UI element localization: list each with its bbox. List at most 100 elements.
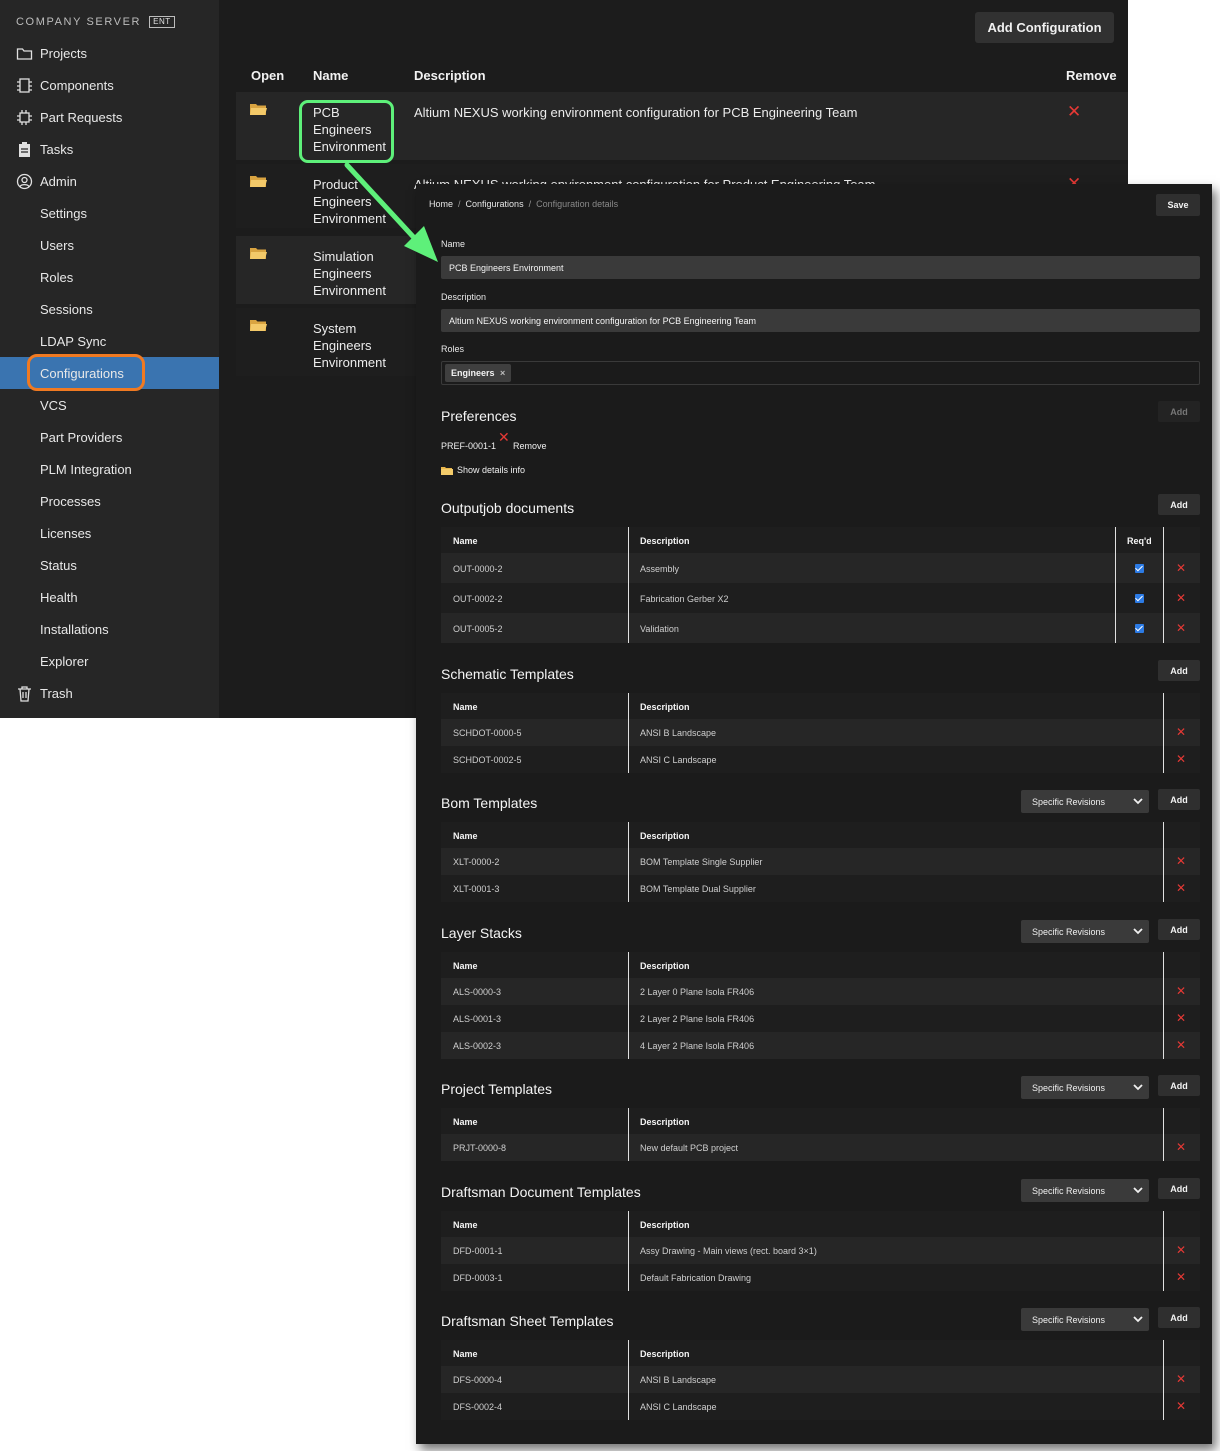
select-value: Specific Revisions [1032, 1315, 1106, 1325]
sidebar-item-health[interactable]: Health [0, 581, 219, 613]
sidebar-item-admin[interactable]: Admin [0, 165, 219, 197]
sidebar-item-ldap-sync[interactable]: LDAP Sync [0, 325, 219, 357]
remove-icon[interactable]: ✕ [1176, 1011, 1186, 1025]
sidebar-item-trash[interactable]: Trash [0, 677, 219, 709]
breadcrumb-separator: / [528, 199, 532, 209]
project-add-button[interactable]: Add [1158, 1075, 1200, 1096]
bom-title: Bom Templates [441, 795, 538, 811]
preference-remove-label[interactable]: Remove [513, 441, 547, 451]
preference-remove-icon[interactable]: ✕ [498, 429, 510, 446]
select-value: Specific Revisions [1032, 1186, 1106, 1196]
highlight-ring-pcb-environment [299, 100, 394, 163]
col-description-header: Description [640, 961, 690, 971]
remove-icon[interactable]: ✕ [1176, 621, 1186, 635]
description-field[interactable]: Altium NEXUS working environment configu… [441, 309, 1200, 332]
select-value: Specific Revisions [1032, 927, 1106, 937]
bom-revision-select[interactable]: Specific Revisions [1021, 790, 1149, 813]
sidebar-item-settings[interactable]: Settings [0, 197, 219, 229]
remove-icon[interactable]: ✕ [1176, 561, 1186, 575]
sidebar-item-label: Part Requests [40, 110, 123, 125]
table-row: ALS-0001-3 2 Layer 2 Plane Isola FR406 ✕ [441, 1005, 1200, 1032]
sidebar-item-components[interactable]: Components [0, 69, 219, 101]
sidebar-item-roles[interactable]: Roles [0, 261, 219, 293]
sidebar-item-installations[interactable]: Installations [0, 613, 219, 645]
required-checkbox[interactable] [1135, 564, 1144, 573]
remove-icon[interactable]: ✕ [1176, 1243, 1186, 1257]
draftsheet-table: Name Description DFS-0000-4 ANSI B Landscap… [441, 1340, 1200, 1420]
configuration-name[interactable]: System Engineers Environment [313, 320, 403, 371]
select-value: Specific Revisions [1032, 1083, 1106, 1093]
col-description-header: Description [640, 831, 690, 841]
column-divider [628, 693, 629, 773]
configuration-name[interactable]: Simulation Engineers Environment [313, 248, 403, 299]
description-label: Description [441, 292, 487, 302]
folder-icon [441, 466, 453, 475]
open-folder-icon[interactable] [250, 319, 267, 332]
sidebar-item-users[interactable]: Users [0, 229, 219, 261]
remove-icon[interactable]: ✕ [1176, 1140, 1186, 1154]
sidebar-item-plm-integration[interactable]: PLM Integration [0, 453, 219, 485]
required-checkbox[interactable] [1135, 624, 1144, 633]
bom-add-button[interactable]: Add [1158, 789, 1200, 810]
table-row: OUT-0002-2 Fabrication Gerber X2 ✕ [441, 583, 1200, 613]
table-row: OUT-0005-2 Validation ✕ [441, 613, 1200, 643]
sidebar-item-licenses[interactable]: Licenses [0, 517, 219, 549]
layer-revision-select[interactable]: Specific Revisions [1021, 920, 1149, 943]
col-reqd-header: Req'd [1127, 536, 1152, 546]
schematic-add-button[interactable]: Add [1158, 660, 1200, 681]
remove-icon[interactable]: ✕ [1176, 1399, 1186, 1413]
clipboard-icon [16, 141, 33, 158]
configuration-name[interactable]: Product Engineers Environment [313, 176, 403, 227]
add-configuration-button[interactable]: Add Configuration [975, 12, 1114, 43]
sidebar-item-vcs[interactable]: VCS [0, 389, 219, 421]
breadcrumb-configurations[interactable]: Configurations [466, 199, 524, 209]
remove-icon[interactable]: ✕ [1176, 725, 1186, 739]
remove-icon[interactable]: ✕ [1176, 591, 1186, 605]
remove-icon[interactable]: ✕ [1176, 881, 1186, 895]
role-chip-remove-icon[interactable]: × [500, 368, 505, 378]
role-chip: Engineers × [445, 364, 512, 382]
remove-icon[interactable]: ✕ [1176, 854, 1186, 868]
breadcrumb-home[interactable]: Home [429, 199, 453, 209]
open-folder-icon[interactable] [250, 247, 267, 260]
draftsheet-revision-select[interactable]: Specific Revisions [1021, 1308, 1149, 1331]
sidebar-item-tasks[interactable]: Tasks [0, 133, 219, 165]
required-checkbox[interactable] [1135, 594, 1144, 603]
draftsheet-add-button[interactable]: Add [1158, 1307, 1200, 1328]
remove-icon[interactable]: ✕ [1176, 752, 1186, 766]
sidebar-item-processes[interactable]: Processes [0, 485, 219, 517]
project-revision-select[interactable]: Specific Revisions [1021, 1076, 1149, 1099]
sidebar-item-status[interactable]: Status [0, 549, 219, 581]
column-divider [1115, 527, 1116, 643]
sidebar-item-part-requests[interactable]: Part Requests [0, 101, 219, 133]
draftdoc-add-button[interactable]: Add [1158, 1178, 1200, 1199]
project-table: Name Description PRJT-0000-8 New default PC… [441, 1108, 1200, 1161]
remove-icon[interactable]: ✕ [1176, 1372, 1186, 1386]
layer-add-button[interactable]: Add [1158, 919, 1200, 940]
remove-icon[interactable]: ✕ [1176, 1038, 1186, 1052]
show-details-link[interactable]: Show details info [441, 465, 525, 475]
row-name: DFS-0002-4 [453, 1402, 503, 1412]
sidebar-item-explorer[interactable]: Explorer [0, 645, 219, 677]
preferences-add-button[interactable]: Add [1158, 401, 1200, 422]
name-field[interactable]: PCB Engineers Environment [441, 256, 1200, 279]
configuration-name-line: Engineers [313, 266, 372, 281]
outputjob-add-button[interactable]: Add [1158, 494, 1200, 515]
configuration-name-line: Environment [313, 283, 386, 298]
remove-icon[interactable]: ✕ [1067, 102, 1081, 122]
open-folder-icon[interactable] [250, 175, 267, 188]
sidebar-item-projects[interactable]: Projects [0, 37, 219, 69]
sidebar-item-part-providers[interactable]: Part Providers [0, 421, 219, 453]
remove-icon[interactable]: ✕ [1176, 1270, 1186, 1284]
roles-field[interactable]: Engineers × [441, 361, 1200, 385]
open-folder-icon[interactable] [250, 103, 267, 116]
configurations-list-header: Open Name Description Remove [236, 56, 1128, 92]
draftdoc-revision-select[interactable]: Specific Revisions [1021, 1179, 1149, 1202]
chevron-down-icon [1133, 1315, 1143, 1323]
column-divider [1163, 527, 1164, 643]
breadcrumb-separator: / [458, 199, 461, 209]
row-description: ANSI B Landscape [640, 728, 717, 738]
remove-icon[interactable]: ✕ [1176, 984, 1186, 998]
save-button[interactable]: Save [1156, 194, 1200, 216]
sidebar-item-sessions[interactable]: Sessions [0, 293, 219, 325]
